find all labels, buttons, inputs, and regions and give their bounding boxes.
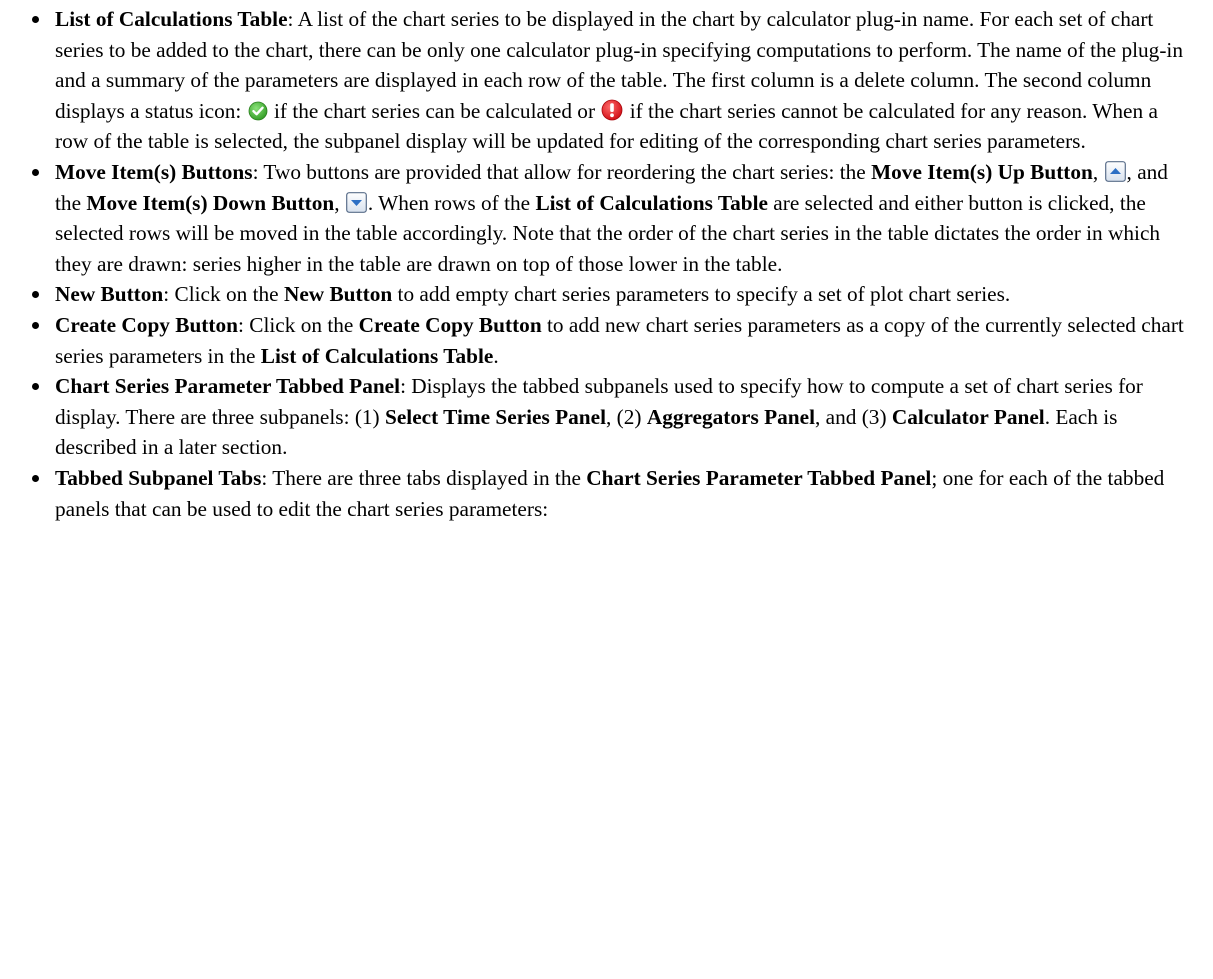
check-circle-icon [248, 101, 268, 121]
term: Move Item(s) Buttons [55, 159, 253, 184]
arrow-up-icon [1104, 161, 1126, 182]
list-item-new-button: New Button: Click on the New Button to a… [0, 279, 1193, 310]
term: New Button [55, 282, 164, 307]
list-item-calculations-table: List of Calculations Table: A list of th… [0, 4, 1193, 157]
term: Chart Series Parameter Tabbed Panel [55, 374, 401, 399]
term: List of Calculations Table [55, 7, 288, 31]
document-body: List of Calculations Table: A list of th… [0, 0, 1213, 524]
bullet-list: List of Calculations Table: A list of th… [0, 4, 1193, 524]
list-item-create-copy-button: Create Copy Button: Click on the Create … [0, 310, 1193, 371]
list-item-move-buttons: Move Item(s) Buttons: Two buttons are pr… [0, 157, 1193, 279]
list-item-subpanel-tabs: Tabbed Subpanel Tabs: There are three ta… [0, 463, 1193, 524]
exclamation-circle-icon [601, 99, 623, 121]
arrow-down-icon [345, 191, 367, 213]
term: Create Copy Button [55, 312, 238, 337]
list-item-tabbed-panel: Chart Series Parameter Tabbed Panel: Dis… [0, 371, 1193, 463]
term: Tabbed Subpanel Tabs [55, 465, 262, 490]
